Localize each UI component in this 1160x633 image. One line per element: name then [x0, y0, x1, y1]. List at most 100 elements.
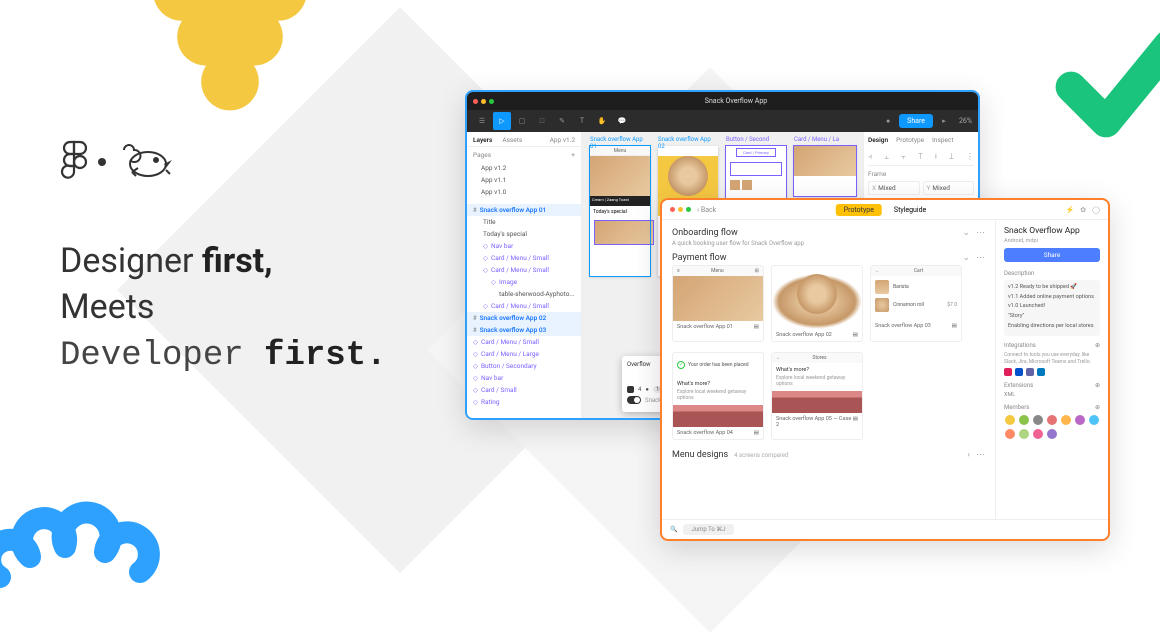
teams-icon[interactable] [1026, 368, 1034, 376]
canvas-frame-4[interactable]: Card / Menu / La [794, 146, 856, 196]
layer-component[interactable]: ◇ Rating [467, 396, 581, 408]
tab-assets[interactable]: Assets [502, 136, 522, 144]
comment-tool-icon[interactable]: 💬 [613, 112, 631, 130]
layer-component[interactable]: ◇ Card / Small [467, 384, 581, 396]
settings-icon[interactable]: ✿ [1080, 206, 1086, 214]
tab-layers[interactable]: Layers [473, 136, 492, 144]
avatar-icon[interactable]: ● [879, 112, 897, 130]
canvas-frame-1[interactable]: Snack overflow App 01 Menu Cream | Zaang… [590, 146, 650, 276]
align-center-v-icon[interactable]: ⟊ [935, 152, 937, 162]
close-icon[interactable] [473, 99, 478, 104]
member-avatar[interactable] [1046, 428, 1058, 440]
layer-component[interactable]: ◇ Card / Menu / Small [467, 336, 581, 348]
layer-component[interactable]: ◇ Card / Menu / Small [467, 264, 581, 276]
layer-item[interactable]: Title [467, 216, 581, 228]
flow-card-3[interactable]: ← Cart Barista Cinnamon roll$7.0 Snack o… [870, 265, 962, 342]
search-icon[interactable]: 🔍 [670, 526, 677, 533]
distribute-icon[interactable]: ⋮ [966, 152, 974, 162]
member-avatar[interactable] [1074, 414, 1086, 426]
tab-styleguide[interactable]: Styleguide [886, 204, 934, 216]
layer-item[interactable]: Today's special [467, 228, 581, 240]
move-tool-icon[interactable]: ▷ [493, 112, 511, 130]
flow-card-1[interactable]: ≡ Menu ⊞ Snack overflow App 01▤ [672, 265, 764, 342]
add-page-icon[interactable]: + [571, 151, 575, 159]
member-avatar[interactable] [1004, 414, 1016, 426]
member-avatar[interactable] [1032, 428, 1044, 440]
layer-item[interactable]: table-sherwood-Ayphoto... [467, 288, 581, 300]
x-field[interactable]: XMixed [868, 181, 920, 195]
layer-frame[interactable]: #Snack overflow App 01 [467, 204, 581, 216]
text-tool-icon[interactable]: T [573, 112, 591, 130]
layer-component[interactable]: ◇ Nav bar [467, 240, 581, 252]
chevron-down-icon[interactable]: ⌄ [962, 228, 970, 238]
y-field[interactable]: YMixed [923, 181, 975, 195]
bolt-icon[interactable]: ⚡ [1066, 206, 1075, 214]
checkbox-icon[interactable] [627, 386, 634, 393]
menu-icon[interactable]: ☰ [473, 112, 491, 130]
member-avatar[interactable] [1046, 414, 1058, 426]
canvas-frame-3[interactable]: Button / Second Card / Primary [726, 146, 786, 206]
member-avatar[interactable] [1060, 414, 1072, 426]
share-button[interactable]: Share [899, 114, 933, 128]
window-controls[interactable] [473, 99, 494, 104]
member-avatar[interactable] [1032, 414, 1044, 426]
minimize-icon[interactable] [678, 207, 683, 212]
more-icon[interactable]: ⋯ [976, 228, 985, 238]
note-icon[interactable]: ▤ [853, 416, 858, 428]
more-icon[interactable]: ⋯ [976, 253, 985, 263]
member-avatar[interactable] [1004, 428, 1016, 440]
rectangle-tool-icon[interactable]: □ [533, 112, 551, 130]
jira-icon[interactable] [1015, 368, 1023, 376]
avatar-icon[interactable]: ◯ [1092, 206, 1100, 214]
back-button[interactable]: ‹ Back [697, 206, 716, 214]
window-controls[interactable] [670, 207, 691, 212]
add-icon[interactable]: ⊕ [1095, 382, 1100, 389]
layer-component[interactable]: ◇ Card / Menu / Small [467, 300, 581, 312]
note-icon[interactable]: ▤ [853, 332, 858, 338]
frame-tool-icon[interactable]: ▢ [513, 112, 531, 130]
layer-component[interactable]: ◇ Button / Secondary [467, 360, 581, 372]
close-icon[interactable] [670, 207, 675, 212]
share-button[interactable]: Share [1004, 248, 1100, 262]
align-left-icon[interactable]: ⫞ [868, 152, 872, 162]
pen-tool-icon[interactable]: ✎ [553, 112, 571, 130]
jump-to-button[interactable]: Jump To ⌘J [683, 524, 733, 535]
align-center-h-icon[interactable]: ⫠ [884, 152, 889, 162]
layer-component[interactable]: ◇ Card / Menu / Small [467, 252, 581, 264]
page-dropdown[interactable]: App v1.2 [550, 136, 575, 144]
note-icon[interactable]: ▤ [952, 323, 957, 329]
align-bottom-icon[interactable]: ⟘ [949, 152, 954, 162]
more-icon[interactable]: ⋯ [976, 450, 985, 460]
add-icon[interactable]: ⊕ [1095, 342, 1100, 349]
tab-inspect[interactable]: Inspect [932, 136, 953, 144]
member-avatar[interactable] [1088, 414, 1100, 426]
flow-card-4[interactable]: ✓ Your order has been placed What's more… [672, 352, 764, 440]
zoom-level[interactable]: 26% [959, 117, 972, 125]
tab-prototype[interactable]: Prototype [836, 204, 882, 216]
layer-component[interactable]: ◇ Nav bar [467, 372, 581, 384]
align-top-icon[interactable]: ⟙ [918, 152, 923, 162]
trello-icon[interactable] [1037, 368, 1045, 376]
page-item[interactable]: App v1.1 [473, 174, 575, 186]
member-avatar[interactable] [1018, 414, 1030, 426]
add-icon[interactable]: ⊕ [1095, 404, 1100, 411]
chevron-down-icon[interactable]: ⌄ [962, 253, 970, 263]
tab-prototype[interactable]: Prototype [896, 136, 924, 144]
hand-tool-icon[interactable]: ✋ [593, 112, 611, 130]
layer-component[interactable]: ◇ Image [467, 276, 581, 288]
maximize-icon[interactable] [686, 207, 691, 212]
chevron-right-icon[interactable]: › [967, 450, 970, 460]
page-item[interactable]: App v1.2 [473, 162, 575, 174]
minimize-icon[interactable] [481, 99, 486, 104]
maximize-icon[interactable] [489, 99, 494, 104]
layer-frame[interactable]: #Snack overflow App 02 [467, 312, 581, 324]
flow-card-5[interactable]: ← Stores What's more? Explore local week… [771, 352, 863, 440]
slack-icon[interactable] [1004, 368, 1012, 376]
tab-design[interactable]: Design [868, 136, 888, 144]
present-icon[interactable]: ▸ [935, 112, 953, 130]
layer-frame[interactable]: #Snack overflow App 03 [467, 324, 581, 336]
page-item[interactable]: App v1.0 [473, 186, 575, 198]
layer-component[interactable]: ◇ Card / Menu / Large [467, 348, 581, 360]
flow-card-2[interactable]: Snack overflow App 02▤ [771, 265, 863, 342]
member-avatar[interactable] [1018, 428, 1030, 440]
